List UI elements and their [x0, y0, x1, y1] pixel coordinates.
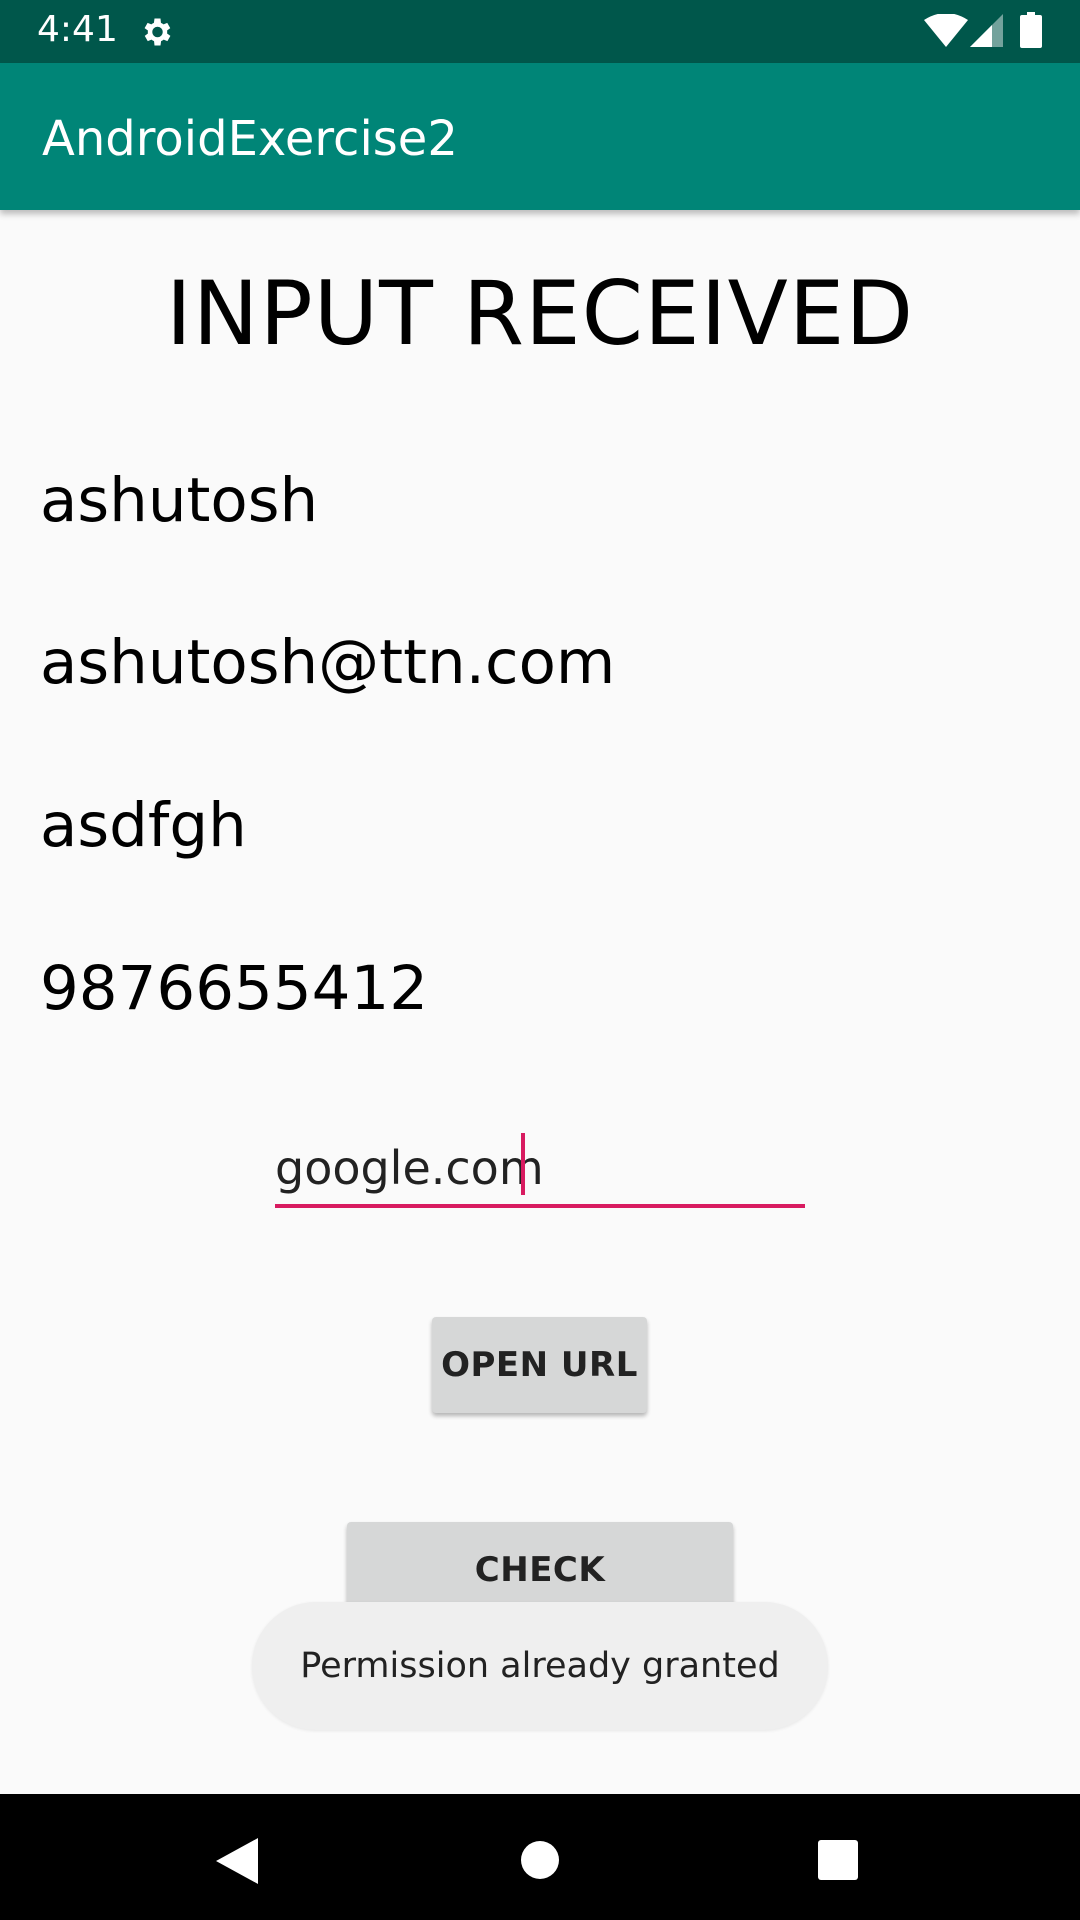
- battery-icon: [1020, 12, 1042, 48]
- open-url-button[interactable]: OPEN URL: [432, 1317, 647, 1413]
- wifi-icon: [924, 14, 968, 47]
- signal-icon: [970, 14, 1003, 47]
- phone-value: 9876655412: [40, 953, 429, 1024]
- status-time: 4:41: [37, 9, 118, 50]
- recents-icon[interactable]: [818, 1840, 858, 1880]
- text-caret: [521, 1133, 525, 1195]
- gear-icon: [144, 18, 171, 46]
- page-heading: INPUT RECEIVED: [165, 262, 915, 365]
- home-icon[interactable]: [520, 1840, 560, 1880]
- app-title: AndroidExercise2: [42, 111, 458, 167]
- password-value: asdfgh: [40, 790, 247, 861]
- app-bar: AndroidExercise2: [0, 63, 1080, 210]
- navigation-bar: [0, 1794, 1080, 1920]
- name-value: ashutosh: [40, 465, 319, 536]
- toast-message: Permission already granted: [252, 1602, 828, 1730]
- back-icon[interactable]: [216, 1838, 258, 1884]
- url-input[interactable]: [275, 1132, 805, 1208]
- email-value: ashutosh@ttn.com: [40, 627, 616, 698]
- status-bar: 4:41: [0, 0, 1080, 63]
